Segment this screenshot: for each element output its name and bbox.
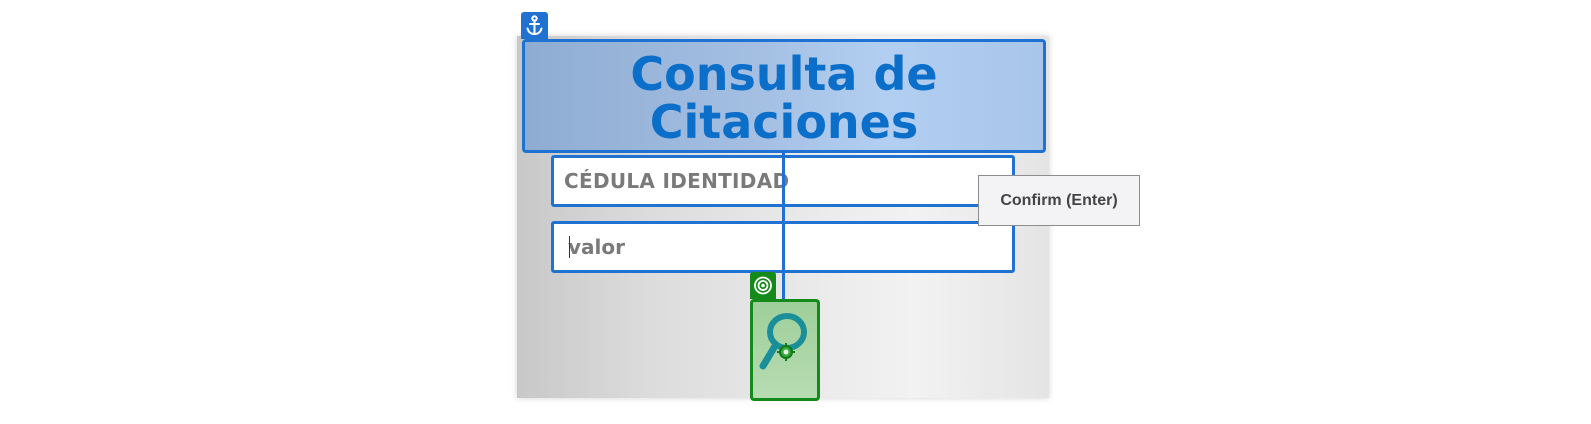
id-field-label: CÉDULA IDENTIDAD bbox=[564, 169, 790, 193]
target-icon[interactable] bbox=[750, 272, 776, 299]
value-input[interactable] bbox=[568, 235, 988, 259]
title-box[interactable]: Consulta de Citaciones bbox=[522, 39, 1046, 153]
selection-connector-line bbox=[782, 150, 785, 300]
text-caret bbox=[569, 236, 570, 258]
magnifier-search-icon bbox=[759, 313, 807, 370]
anchor-icon[interactable] bbox=[521, 12, 548, 39]
search-button[interactable] bbox=[750, 299, 820, 401]
page-title: Consulta de Citaciones bbox=[630, 47, 938, 149]
confirm-tooltip: Confirm (Enter) bbox=[978, 175, 1140, 226]
